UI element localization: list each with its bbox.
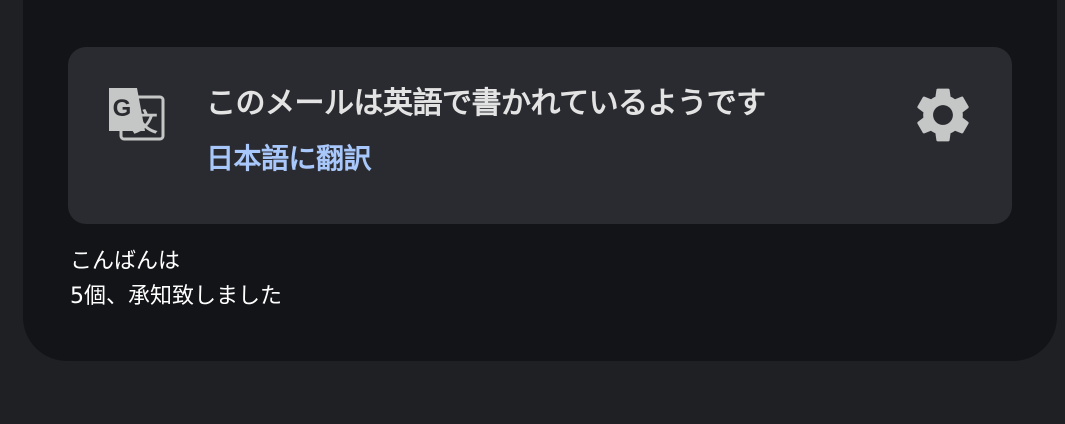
message-line: こんばんは (70, 249, 181, 274)
translate-to-japanese-link[interactable]: 日本語に翻訳 (206, 141, 372, 177)
gear-icon (917, 88, 969, 142)
message-line: 5個、承知致しました (70, 284, 282, 309)
google-translate-icon: 文 G (109, 88, 165, 141)
translate-settings-button[interactable] (910, 82, 976, 148)
translate-banner: 文 G このメールは英語で書かれているようです 日本語に翻訳 (68, 47, 1012, 224)
translate-banner-title: このメールは英語で書かれているようです (206, 86, 766, 121)
svg-text:G: G (113, 95, 132, 122)
mail-body: 文 G このメールは英語で書かれているようです 日本語に翻訳 こんばんは 5個、… (23, 0, 1057, 361)
